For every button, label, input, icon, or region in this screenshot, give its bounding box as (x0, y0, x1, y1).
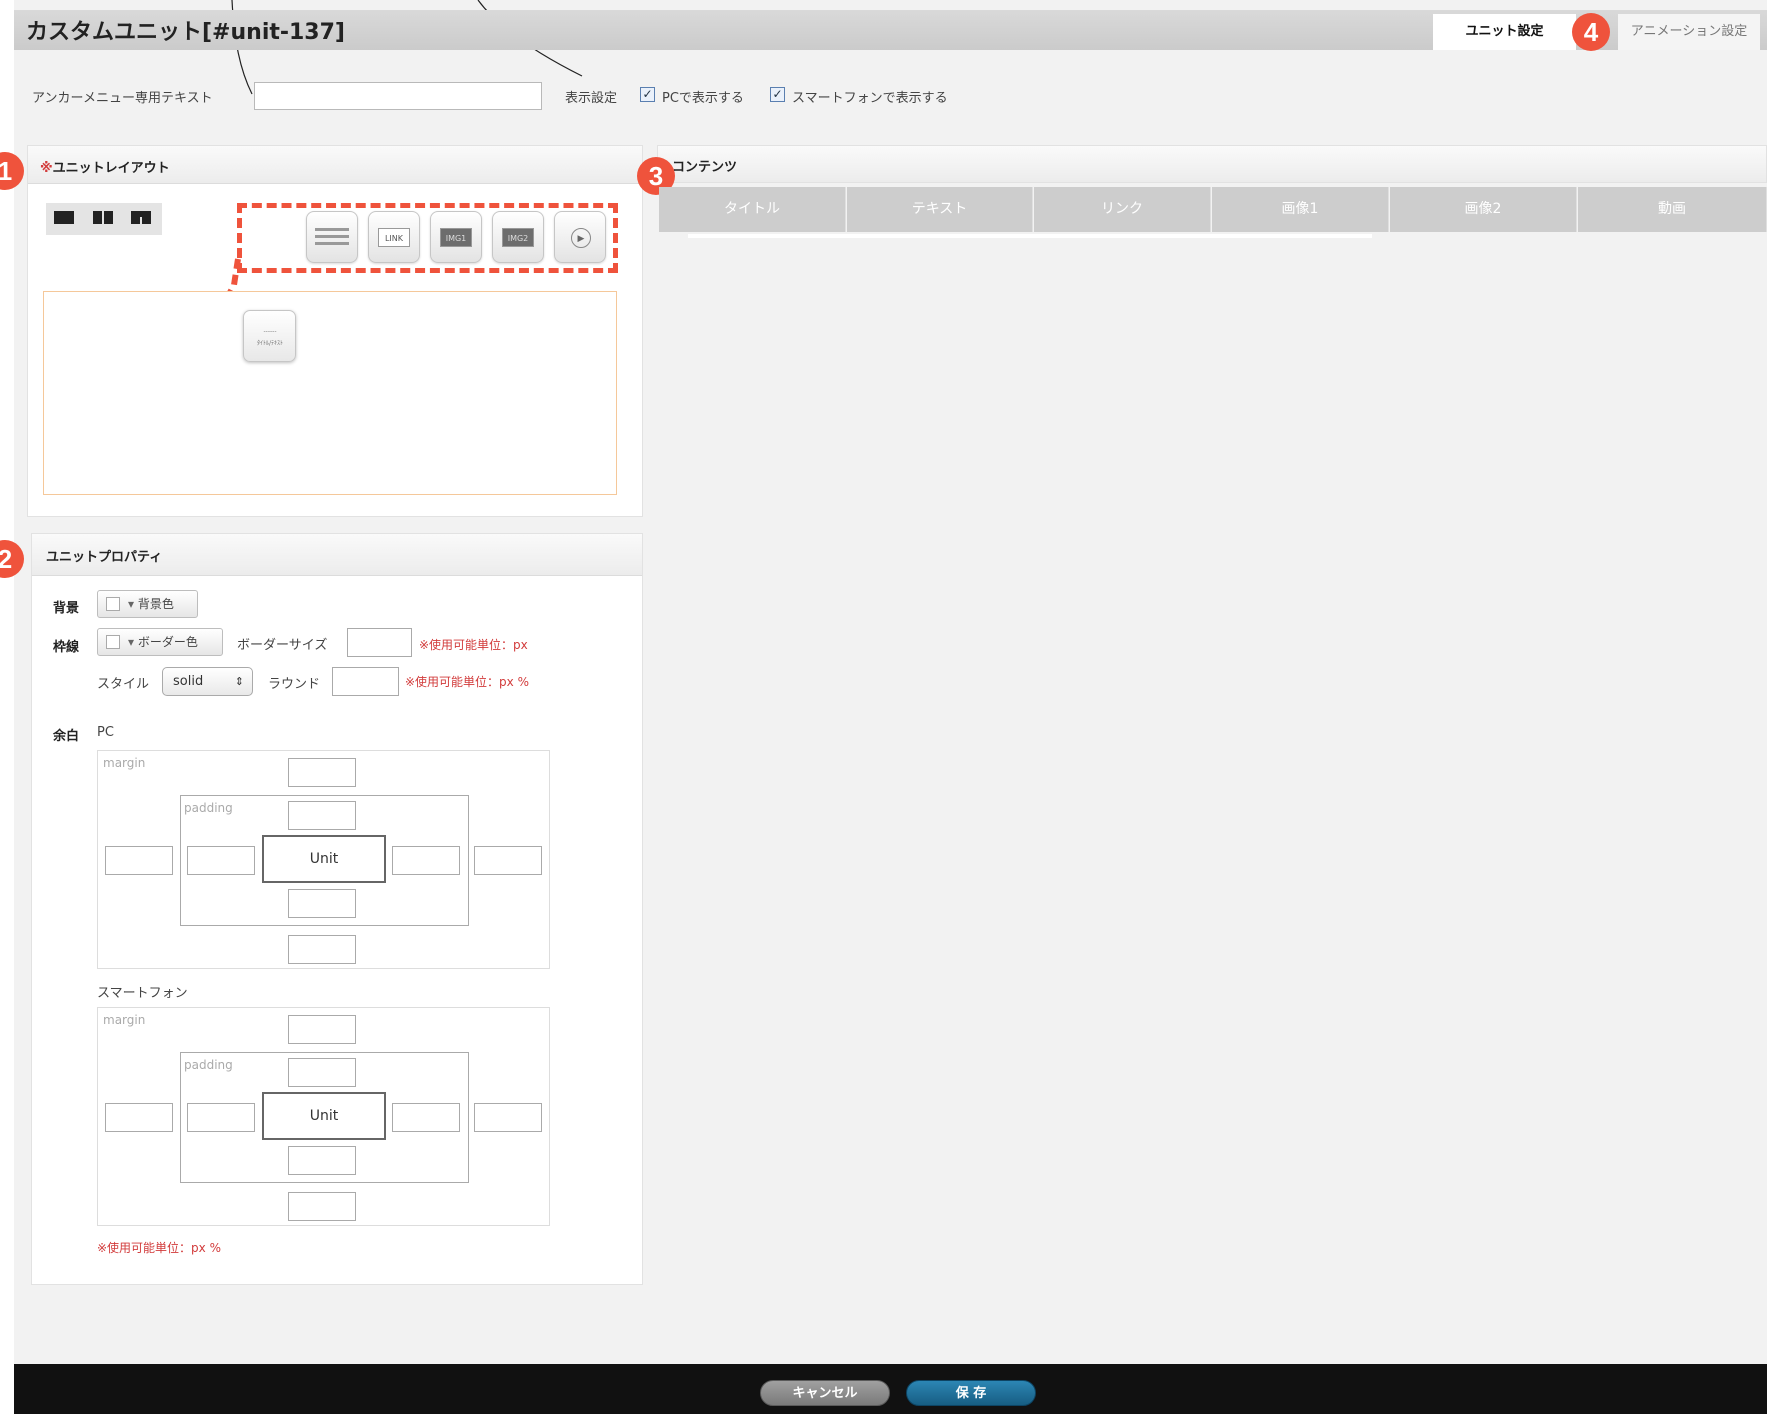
pc-margin-right-input[interactable] (474, 846, 542, 875)
pc-display-checkbox[interactable]: ✓ (640, 87, 655, 102)
part-image2-button[interactable]: IMG2 (492, 211, 544, 263)
pc-padding-label: padding (184, 801, 233, 815)
style-select-value: solid (173, 674, 204, 689)
pc-margin-label: margin (103, 756, 146, 770)
placed-part-top-text: ------ (263, 328, 277, 335)
round-input[interactable] (332, 667, 399, 696)
placed-title-text-part[interactable]: ------ ﾀｲﾄﾙ/ﾃｷｽﾄ (243, 310, 296, 362)
anchor-text-label: アンカーメニュー専用テキスト (32, 91, 213, 106)
unit-layout-title-text: ユニットレイアウト (52, 161, 170, 176)
part-title-text-button[interactable] (306, 211, 358, 263)
sp-unit-box: Unit (262, 1092, 386, 1140)
border-color-label: ボーダー色 (137, 635, 198, 649)
contents-header (657, 145, 1767, 183)
callout-badge-4: 4 (1572, 13, 1610, 51)
border-size-input[interactable] (347, 628, 412, 657)
lines-icon (315, 228, 349, 231)
sp-margin-right-input[interactable] (474, 1103, 542, 1132)
border-label: 枠線 (53, 640, 80, 655)
pc-padding-top-input[interactable] (288, 801, 356, 830)
part-image1-button[interactable]: IMG1 (430, 211, 482, 263)
sp-margin-top-input[interactable] (288, 1015, 356, 1044)
border-color-button[interactable]: ▾ ボーダー色 (97, 628, 223, 656)
column-header-link[interactable]: リンク (1034, 187, 1211, 232)
style-select[interactable]: solid ⇕ (162, 667, 253, 696)
required-mark: ※ (40, 161, 53, 176)
part-image1-label: IMG1 (440, 228, 472, 247)
column-header-image1[interactable]: 画像1 (1212, 187, 1389, 232)
pc-spacing-label: PC (97, 725, 114, 740)
pc-padding-bottom-input[interactable] (288, 889, 356, 918)
placed-part-label: ﾀｲﾄﾙ/ﾃｷｽﾄ (256, 340, 284, 347)
tab-unit-settings[interactable]: ユニット設定 (1433, 14, 1576, 50)
pc-padding-left-input[interactable] (187, 846, 255, 875)
sp-padding-top-input[interactable] (288, 1058, 356, 1087)
round-note: ※使用可能単位：px % (405, 675, 529, 689)
sp-margin-left-input[interactable] (105, 1103, 173, 1132)
unit-properties-title: ユニットプロパティ (46, 550, 163, 565)
column-header-title[interactable]: タイトル (659, 187, 846, 232)
border-size-label: ボーダーサイズ (237, 638, 328, 653)
spacing-units-note: ※使用可能単位：px % (97, 1241, 221, 1255)
pc-margin-left-input[interactable] (105, 846, 173, 875)
style-label: スタイル (97, 677, 150, 692)
sp-display-label: スマートフォンで表示する (792, 91, 948, 106)
part-link-button[interactable]: LINK (368, 211, 420, 263)
sp-padding-right-input[interactable] (392, 1103, 460, 1132)
background-color-button[interactable]: ▾ 背景色 (97, 590, 198, 618)
select-arrows-icon: ⇕ (234, 675, 244, 688)
column-header-image2[interactable]: 画像2 (1390, 187, 1577, 232)
part-link-label: LINK (378, 228, 410, 247)
sp-padding-label: padding (184, 1058, 233, 1072)
layout-2col-icon[interactable] (93, 211, 102, 224)
sp-padding-left-input[interactable] (187, 1103, 255, 1132)
unit-layout-title: ※ユニットレイアウト (40, 157, 170, 176)
window-title: カスタムユニット[#unit-137] (26, 20, 345, 45)
background-color-label: 背景色 (137, 597, 174, 611)
border-size-note: ※使用可能単位：px (419, 638, 528, 652)
save-button[interactable]: 保 存 (906, 1380, 1036, 1406)
sp-display-checkbox[interactable]: ✓ (770, 87, 785, 102)
column-header-text[interactable]: テキスト (847, 187, 1033, 232)
footer-bar (14, 1364, 1767, 1414)
column-header-video[interactable]: 動画 (1578, 187, 1767, 232)
sp-margin-label: margin (103, 1013, 146, 1027)
pc-padding-right-input[interactable] (392, 846, 460, 875)
color-swatch-icon (106, 635, 120, 649)
anchor-text-input[interactable] (254, 82, 542, 110)
cancel-button[interactable]: キャンセル (760, 1380, 890, 1406)
spacing-label: 余白 (53, 729, 80, 744)
play-icon: ▶ (571, 228, 591, 248)
layout-1col-icon[interactable] (54, 211, 74, 224)
background-label: 背景 (53, 601, 80, 616)
sp-padding-bottom-input[interactable] (288, 1146, 356, 1175)
tab-animation-settings[interactable]: アニメーション設定 (1618, 14, 1760, 50)
contents-row-placeholder (688, 234, 1372, 238)
pc-display-label: PCで表示する (662, 91, 744, 106)
part-image2-label: IMG2 (502, 228, 534, 247)
contents-title: コンテンツ (672, 160, 738, 175)
pc-margin-bottom-input[interactable] (288, 935, 356, 964)
pc-margin-top-input[interactable] (288, 758, 356, 787)
part-video-button[interactable]: ▶ (554, 211, 606, 263)
color-swatch-icon (106, 597, 120, 611)
sp-margin-bottom-input[interactable] (288, 1192, 356, 1221)
layout-drop-area[interactable] (43, 291, 617, 495)
round-label: ラウンド (268, 677, 321, 692)
display-settings-label: 表示設定 (565, 91, 618, 106)
pc-unit-box: Unit (262, 835, 386, 883)
sp-spacing-label: スマートフォン (97, 986, 188, 1001)
